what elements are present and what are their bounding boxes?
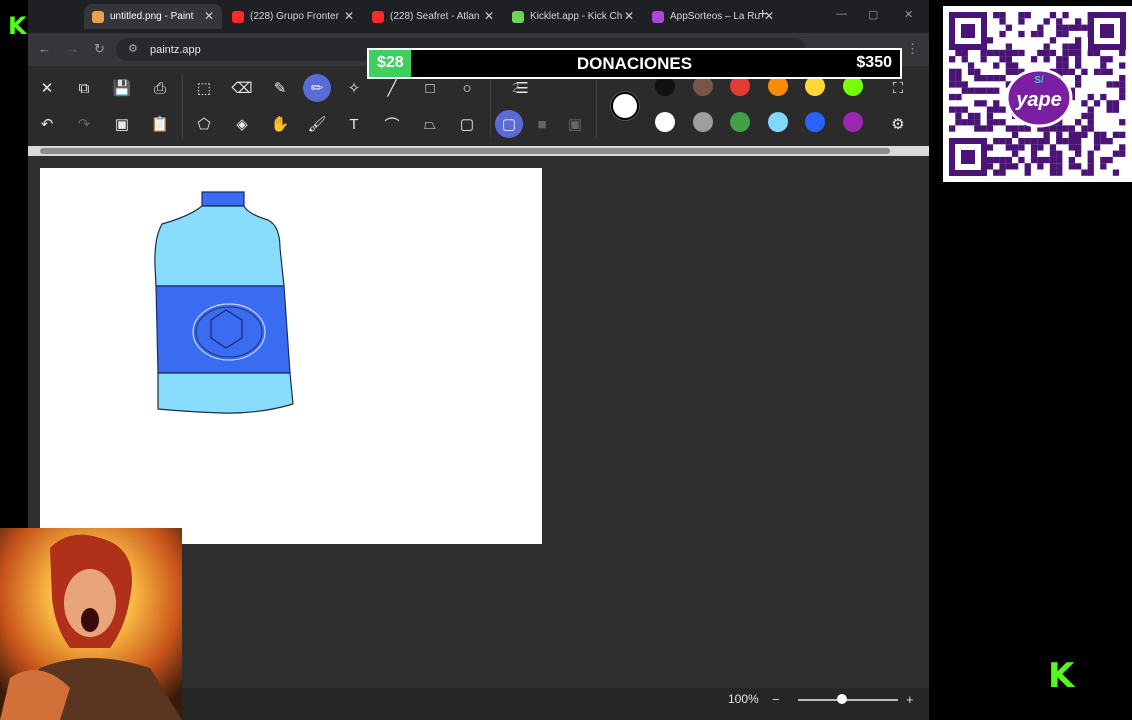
reload-icon[interactable]: ↻ <box>94 41 105 57</box>
tab-label: (228) Grupo Fronter <box>250 11 339 22</box>
outline-and-fill-icon[interactable]: ▣ <box>561 110 589 138</box>
line-width-value[interactable]: 2 <box>512 80 519 95</box>
zoom-out-icon[interactable]: − <box>772 692 780 707</box>
save-icon[interactable]: 💾 <box>108 74 136 102</box>
airbrush-icon[interactable]: ✧ <box>340 74 368 102</box>
toolbar-divider <box>596 74 597 138</box>
color-swatch[interactable] <box>842 76 863 96</box>
eraser-icon[interactable]: ⌫ <box>228 74 256 102</box>
url-text: paintz.app <box>150 43 201 56</box>
kick-logo-icon: K <box>1048 656 1075 696</box>
color-swatch[interactable] <box>730 76 750 96</box>
tab-label: untitled.png - Paint <box>110 11 194 22</box>
tab-close-icon[interactable]: ✕ <box>344 9 354 23</box>
rounded-rect-icon[interactable]: ▢ <box>453 110 481 138</box>
solid-fill-icon[interactable]: ■ <box>528 110 556 138</box>
tab-favicon-icon <box>232 10 244 23</box>
tab-favicon-icon <box>652 10 664 23</box>
clipboard-icon[interactable]: 📋 <box>146 110 174 138</box>
text-icon[interactable]: T <box>340 110 368 138</box>
zoom-level: 100% <box>728 692 759 706</box>
color-swatch[interactable] <box>692 112 713 132</box>
rect-select-icon[interactable]: ⬚ <box>190 74 218 102</box>
horizontal-scrollbar[interactable] <box>28 146 929 156</box>
drawing-canvas[interactable] <box>40 168 542 544</box>
yape-qr-code: yape S/ <box>943 6 1132 182</box>
outline-fill-icon[interactable]: ▢ <box>495 110 523 138</box>
tab-close-icon[interactable]: ✕ <box>624 9 634 23</box>
toolbar-divider <box>490 74 491 138</box>
redo-icon[interactable]: ↷ <box>70 110 98 138</box>
browser-tab[interactable]: (228) Grupo Fronter ✕ <box>224 4 362 29</box>
print-icon[interactable]: ⎙ <box>146 74 174 102</box>
new-tab-button[interactable]: + <box>758 6 767 24</box>
tab-favicon-icon <box>512 10 524 23</box>
tab-label: (228) Seafret - Atlan <box>390 11 480 22</box>
color-swatch[interactable] <box>767 76 788 96</box>
color-swatch[interactable] <box>730 112 750 132</box>
site-info-icon[interactable]: ⚙ <box>128 42 138 55</box>
browser-tab[interactable]: (228) Seafret - Atlan ✕ <box>364 4 502 29</box>
yape-logo-text: yape <box>1015 89 1062 111</box>
undo-icon[interactable]: ↶ <box>33 110 61 138</box>
color-swatch[interactable] <box>805 76 825 96</box>
tab-label: Kicklet.app - Kick Ch <box>530 11 623 22</box>
donation-title: DONACIONES <box>576 54 693 73</box>
hand-icon[interactable]: ✋ <box>266 110 294 138</box>
close-icon[interactable]: ✕ <box>33 74 61 102</box>
fill-bucket-icon[interactable]: ◈ <box>228 110 256 138</box>
color-swatch[interactable] <box>655 76 675 96</box>
polygon-icon[interactable]: ⏢ <box>416 110 444 138</box>
color-swatch[interactable] <box>767 112 788 132</box>
current-color-swatch[interactable] <box>611 92 639 120</box>
browser-menu-icon[interactable]: ⋮ <box>906 41 919 57</box>
webcam-overlay <box>0 528 182 720</box>
qr-code-icon: yape S/ <box>949 12 1126 176</box>
donation-current: $28 <box>377 54 404 71</box>
color-swatch[interactable] <box>805 112 825 132</box>
color-picker-icon[interactable]: ✎ <box>266 74 294 102</box>
zoom-in-icon[interactable]: + <box>906 692 914 707</box>
close-window-button[interactable]: ✕ <box>904 8 913 21</box>
browser-tab[interactable]: Kicklet.app - Kick Ch ✕ <box>504 4 642 29</box>
donation-goal: $350 <box>856 54 892 71</box>
tab-close-icon[interactable]: ✕ <box>204 9 214 23</box>
maximize-button[interactable]: ▢ <box>868 8 878 21</box>
forward-icon[interactable]: → <box>66 41 79 56</box>
toolbar-divider <box>182 74 183 138</box>
kick-logo-icon: K <box>8 12 27 40</box>
minimize-button[interactable]: — <box>836 8 847 20</box>
browser-tab[interactable]: untitled.png - Paint ✕ <box>84 4 222 29</box>
bottle-drawing <box>154 191 294 414</box>
open-icon[interactable]: ⧉ <box>70 74 98 102</box>
color-swatch[interactable] <box>842 112 863 132</box>
tab-strip: untitled.png - Paint ✕ (228) Grupo Fronter… <box>28 0 929 33</box>
scrollbar-thumb[interactable] <box>40 148 890 154</box>
brush-icon[interactable]: 🖌 <box>303 110 331 138</box>
zoom-slider-handle[interactable] <box>837 694 847 704</box>
stream-layout: K 12 untitled.png - Paint✕(228) Grupo Fr… <box>0 0 1132 720</box>
tab-label: AppSorteos – La Ru <box>670 11 761 22</box>
curve-icon[interactable]: ⌒ <box>378 110 406 138</box>
image-icon[interactable]: ▣ <box>108 110 136 138</box>
color-swatch[interactable] <box>692 76 713 96</box>
pencil-icon[interactable]: ✏ <box>303 74 331 102</box>
back-icon[interactable]: ← <box>38 41 51 56</box>
zoom-slider[interactable] <box>798 699 898 701</box>
yape-currency-text: S/ <box>1034 75 1044 86</box>
tab-close-icon[interactable]: ✕ <box>484 9 494 23</box>
streamer-avatar-image <box>0 528 182 720</box>
color-swatch[interactable] <box>655 112 675 132</box>
donation-goal-bar: DONACIONES $28 $350 <box>367 48 902 79</box>
tab-favicon-icon <box>372 10 384 23</box>
tab-favicon-icon <box>92 10 104 23</box>
settings-gear-icon[interactable]: ⚙ <box>884 110 912 138</box>
free-select-icon[interactable]: ⬠ <box>190 110 218 138</box>
